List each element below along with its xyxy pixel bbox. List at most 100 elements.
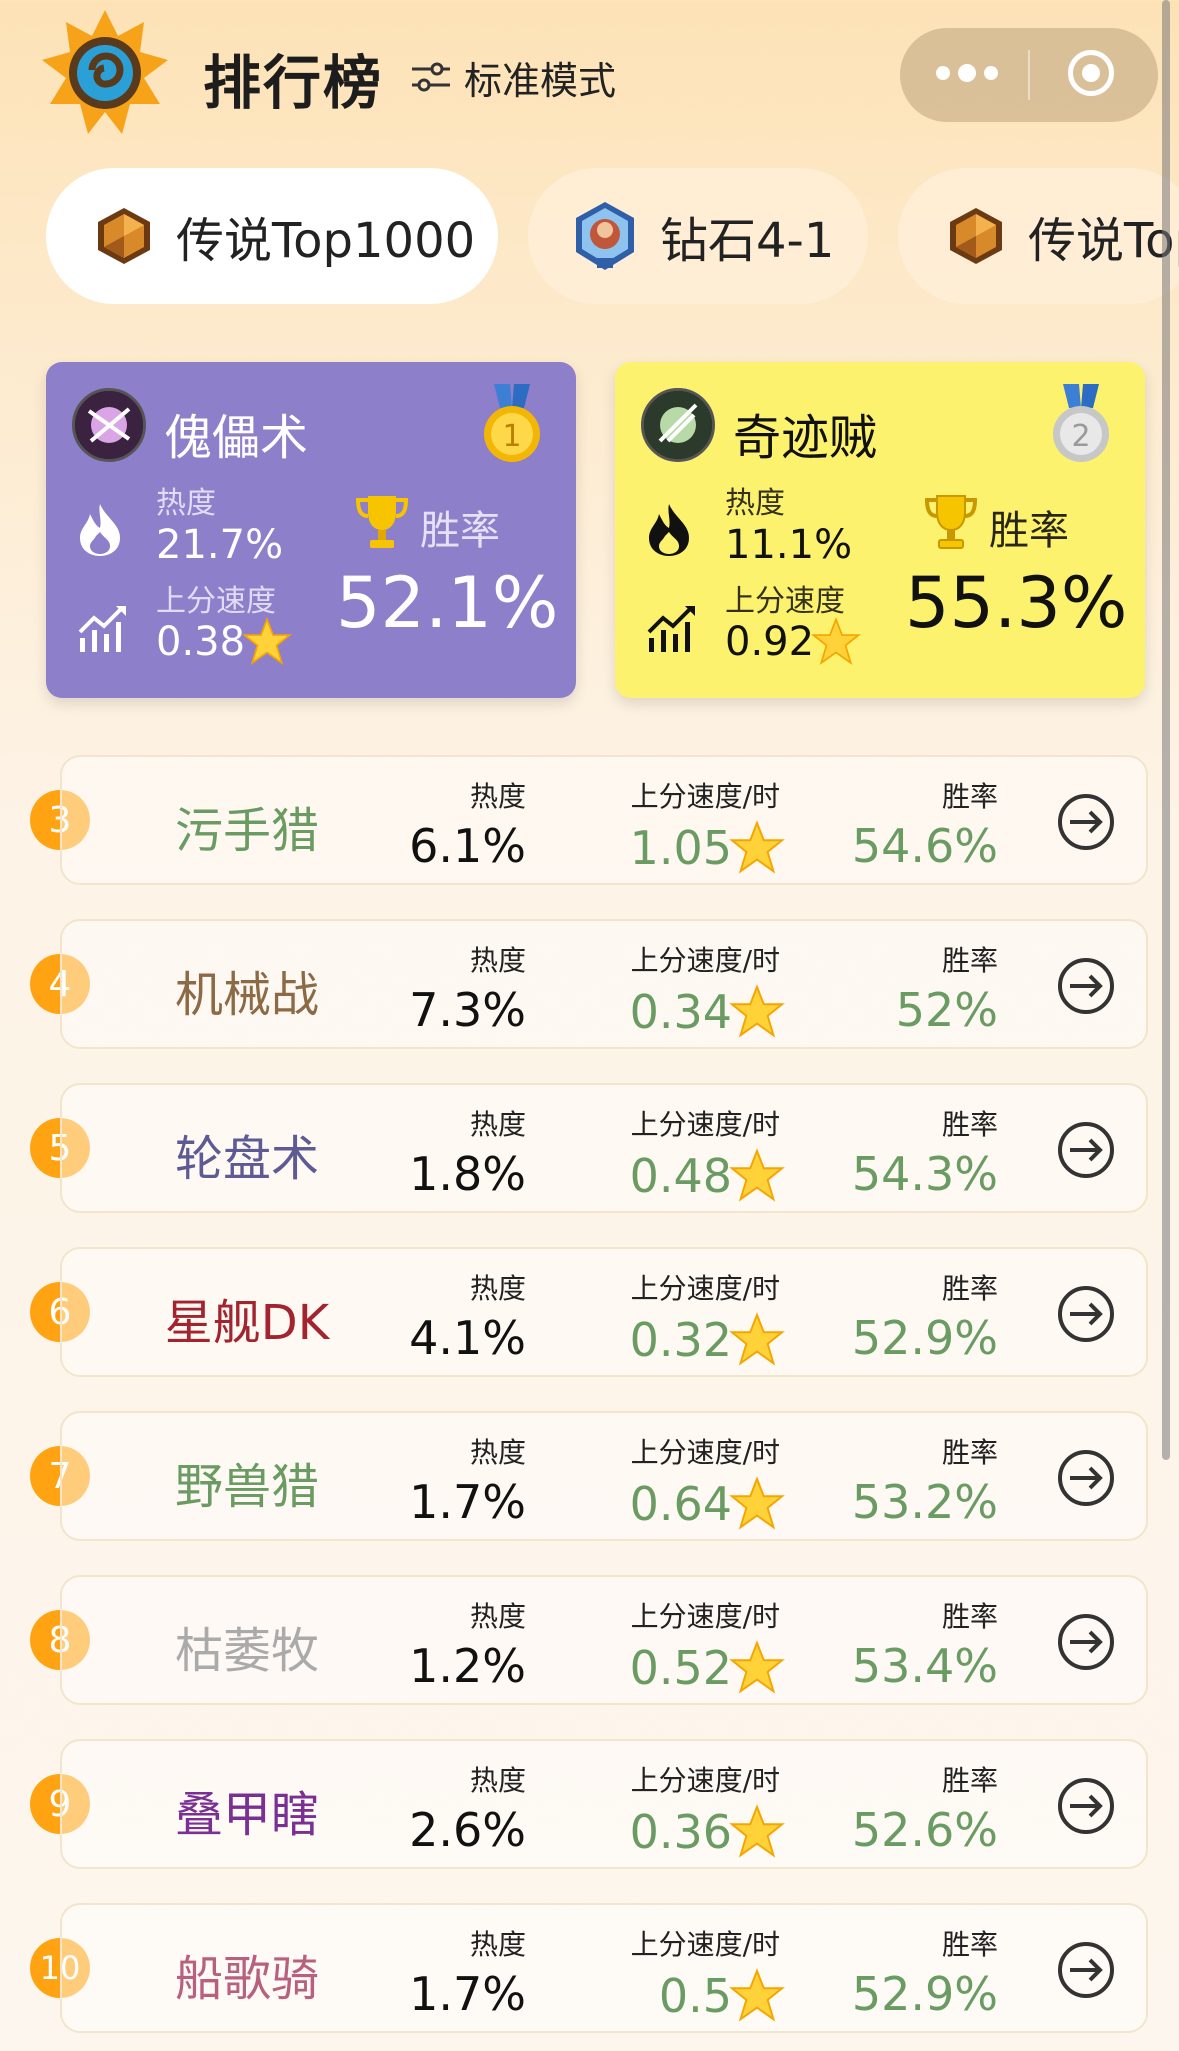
speed-value: 0.5 (659, 1967, 786, 2025)
tab-label: 钻石4-1 (660, 213, 835, 269)
star-icon (811, 617, 862, 665)
gold-medal-icon: 1 (484, 384, 540, 462)
heat-label: 热度 (469, 944, 526, 977)
heat-value: 11.1% (725, 522, 853, 568)
speed-label: 上分速度/时 (630, 780, 780, 813)
hearthstone-logo-icon (42, 10, 168, 134)
winrate-label: 胜率 (941, 1928, 998, 1961)
speed-number: 0.38 (156, 619, 246, 665)
deck-row[interactable]: 枯萎牧 热度 1.2% 上分速度/时 0.52 胜率 53.4% (60, 1575, 1148, 1705)
top-deck-card-1[interactable]: 傀儡术 1 热度 21.7% 上分速度 0.38 胜率 52.1% (46, 362, 576, 698)
tab-legend-top[interactable]: 传说Top (898, 168, 1179, 304)
scrollbar[interactable] (1162, 0, 1170, 1460)
deck-name: 傀儡术 (164, 410, 309, 466)
diamond-rank-icon (576, 202, 634, 270)
star-icon (729, 1804, 785, 1858)
star-icon (242, 617, 293, 665)
mode-selector[interactable]: 标准模式 (410, 50, 616, 104)
enter-arrow-icon[interactable] (1056, 1612, 1116, 1672)
deck-row[interactable]: 污手猎 热度 6.1% 上分速度/时 1.05 胜率 54.6% (60, 755, 1148, 885)
speed-value: 0.34 (630, 983, 786, 1041)
speed-number: 0.64 (629, 1477, 732, 1531)
enter-arrow-icon[interactable] (1056, 956, 1116, 1016)
tab-legend-top1000[interactable]: 传说Top1000 (46, 168, 498, 304)
tab-diamond-4-1[interactable]: 钻石4-1 (528, 168, 868, 304)
deck-name: 轮盘术 (174, 1131, 319, 1187)
page-title: 排行榜 (203, 49, 384, 117)
heat-value: 1.7% (409, 1475, 526, 1529)
heat-label: 热度 (469, 1764, 526, 1797)
winrate-value: 52.6% (851, 1803, 998, 1857)
star-icon (729, 1148, 785, 1202)
winrate-label: 胜率 (941, 1436, 998, 1469)
svg-text:1: 1 (502, 419, 521, 454)
speed-number: 1.05 (629, 821, 732, 875)
star-icon (729, 1476, 785, 1530)
speed-label: 上分速度/时 (630, 1600, 780, 1633)
enter-arrow-icon[interactable] (1056, 792, 1116, 852)
winrate-value: 52.9% (851, 1311, 998, 1365)
heat-value: 4.1% (409, 1311, 526, 1365)
speed-label: 上分速度/时 (630, 1764, 780, 1797)
heat-label: 热度 (469, 780, 526, 813)
deck-row[interactable]: 机械战 热度 7.3% 上分速度/时 0.34 胜率 52% (60, 919, 1148, 1049)
deck-name: 星舰DK (164, 1295, 330, 1351)
deck-row[interactable]: 星舰DK 热度 4.1% 上分速度/时 0.32 胜率 52.9% (60, 1247, 1148, 1377)
trophy-icon (355, 496, 409, 548)
heat-label: 热度 (469, 1600, 526, 1633)
enter-arrow-icon[interactable] (1056, 1284, 1116, 1344)
fire-icon (80, 504, 120, 556)
heat-value: 2.6% (409, 1803, 526, 1857)
trend-chart-icon (647, 606, 695, 652)
tab-label: 传说Top1000 (176, 213, 476, 269)
svg-text:2: 2 (1071, 419, 1090, 454)
deck-row[interactable]: 船歌骑 热度 1.7% 上分速度/时 0.5 胜率 52.9% (60, 1903, 1148, 2033)
deck-name: 污手猎 (174, 803, 319, 859)
winrate-value: 52.1% (336, 562, 559, 644)
enter-arrow-icon[interactable] (1056, 1940, 1116, 2000)
star-icon (729, 820, 785, 874)
mode-label: 标准模式 (464, 58, 617, 103)
heat-value: 1.8% (409, 1147, 526, 1201)
enter-arrow-icon[interactable] (1056, 1776, 1116, 1836)
winrate-label: 胜率 (941, 780, 998, 813)
deck-row[interactable]: 轮盘术 热度 1.8% 上分速度/时 0.48 胜率 54.3% (60, 1083, 1148, 1213)
more-icon[interactable] (936, 64, 998, 82)
enter-arrow-icon[interactable] (1056, 1120, 1116, 1180)
speed-label: 上分速度/时 (630, 1272, 780, 1305)
heat-label: 热度 (469, 1272, 526, 1305)
star-icon (729, 1968, 785, 2022)
trophy-icon (924, 495, 978, 549)
top-deck-card-2[interactable]: 奇迹贼 2 热度 11.1% 上分速度 0.92 胜率 55.3% (615, 362, 1145, 698)
speed-value: 0.48 (630, 1147, 786, 1205)
enter-arrow-icon[interactable] (1056, 1448, 1116, 1508)
deck-name: 机械战 (174, 967, 319, 1023)
winrate-value: 55.3% (905, 562, 1128, 644)
star-icon (729, 984, 785, 1038)
deck-row[interactable]: 野兽猎 热度 1.7% 上分速度/时 0.64 胜率 53.2% (60, 1411, 1148, 1541)
heat-label: 热度 (469, 1436, 526, 1469)
legend-rank-icon (950, 208, 1002, 264)
legend-rank-icon (98, 208, 150, 264)
speed-number: 0.52 (629, 1641, 732, 1695)
speed-label: 上分速度/时 (630, 1436, 780, 1469)
winrate-value: 52% (895, 983, 998, 1037)
speed-label: 上分速度 (156, 584, 276, 619)
heat-label: 热度 (156, 486, 216, 521)
heat-value: 7.3% (409, 983, 526, 1037)
heat-value: 6.1% (409, 819, 526, 873)
heat-value: 21.7% (156, 522, 284, 568)
deck-name: 船歌骑 (174, 1951, 319, 2007)
close-target-icon[interactable] (1068, 50, 1114, 96)
speed-value: 0.36 (630, 1803, 786, 1861)
trend-chart-icon (78, 606, 126, 652)
speed-label: 上分速度/时 (630, 1928, 780, 1961)
deck-row[interactable]: 叠甲瞎 热度 2.6% 上分速度/时 0.36 胜率 52.6% (60, 1739, 1148, 1869)
speed-number: 0.48 (629, 1149, 732, 1203)
winrate-label: 胜率 (941, 1108, 998, 1141)
winrate-value: 54.3% (851, 1147, 998, 1201)
speed-label: 上分速度/时 (630, 944, 780, 977)
speed-number: 0.92 (725, 619, 815, 665)
speed-value: 0.52 (630, 1639, 786, 1697)
winrate-value: 53.4% (851, 1639, 998, 1693)
